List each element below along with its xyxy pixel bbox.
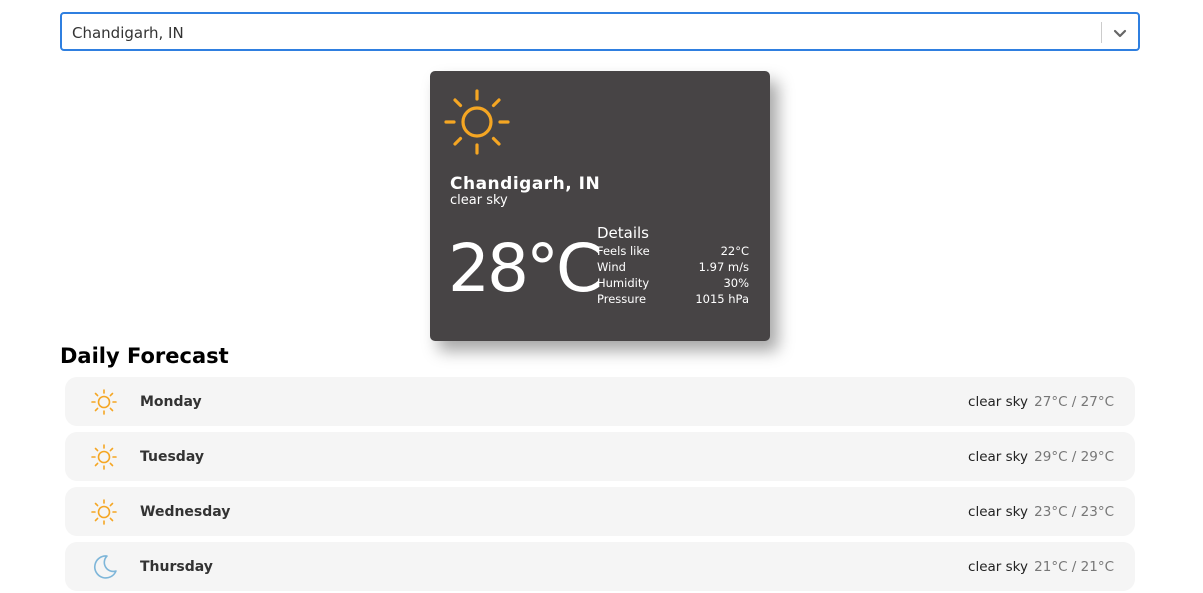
sun-icon [90,388,118,416]
forecast-temps: 29°C / 29°C [1034,449,1114,465]
detail-label: Pressure [597,292,647,306]
forecast-temps: 23°C / 23°C [1034,504,1114,520]
current-weather-card: Chandigarh, IN clear sky 28°C Details Fe… [430,71,770,341]
detail-wind: Wind 1.97 m/s [597,259,749,275]
sun-icon [442,87,512,157]
moon-icon [90,553,118,581]
detail-pressure: Pressure 1015 hPa [597,291,749,307]
forecast-row-monday[interactable]: Monday clear sky 27°C / 27°C [65,377,1135,426]
current-city: Chandigarh, IN [450,174,601,194]
forecast-description: clear sky [968,504,1028,520]
daily-forecast-title: Daily Forecast [60,344,229,368]
forecast-temps: 27°C / 27°C [1034,394,1114,410]
detail-humidity: Humidity 30% [597,275,749,291]
detail-feels-like: Feels like 22°C [597,243,749,259]
select-separator [1101,22,1102,43]
forecast-temps: 21°C / 21°C [1034,559,1114,575]
detail-label: Wind [597,260,626,274]
forecast-day: Monday [140,394,202,410]
sun-icon [90,443,118,471]
forecast-description: clear sky [968,559,1028,575]
detail-value: 22°C [720,244,749,258]
current-temperature: 28°C [448,230,602,307]
detail-label: Humidity [597,276,650,290]
forecast-row-wednesday[interactable]: Wednesday clear sky 23°C / 23°C [65,487,1135,536]
sun-icon [90,498,118,526]
forecast-day: Wednesday [140,504,231,520]
detail-label: Feels like [597,244,650,258]
details-title: Details [597,224,650,242]
forecast-description: clear sky [968,449,1028,465]
forecast-day: Thursday [140,559,213,575]
detail-value: 1.97 m/s [698,260,749,274]
city-search-value: Chandigarh, IN [72,24,184,42]
forecast-row-tuesday[interactable]: Tuesday clear sky 29°C / 29°C [65,432,1135,481]
forecast-description: clear sky [968,394,1028,410]
forecast-row-thursday[interactable]: Thursday clear sky 21°C / 21°C [65,542,1135,591]
chevron-down-icon[interactable] [1110,23,1130,43]
detail-value: 30% [723,276,749,290]
city-search-select[interactable]: Chandigarh, IN [60,12,1140,51]
current-description: clear sky [450,193,508,208]
detail-value: 1015 hPa [695,292,749,306]
forecast-day: Tuesday [140,449,204,465]
